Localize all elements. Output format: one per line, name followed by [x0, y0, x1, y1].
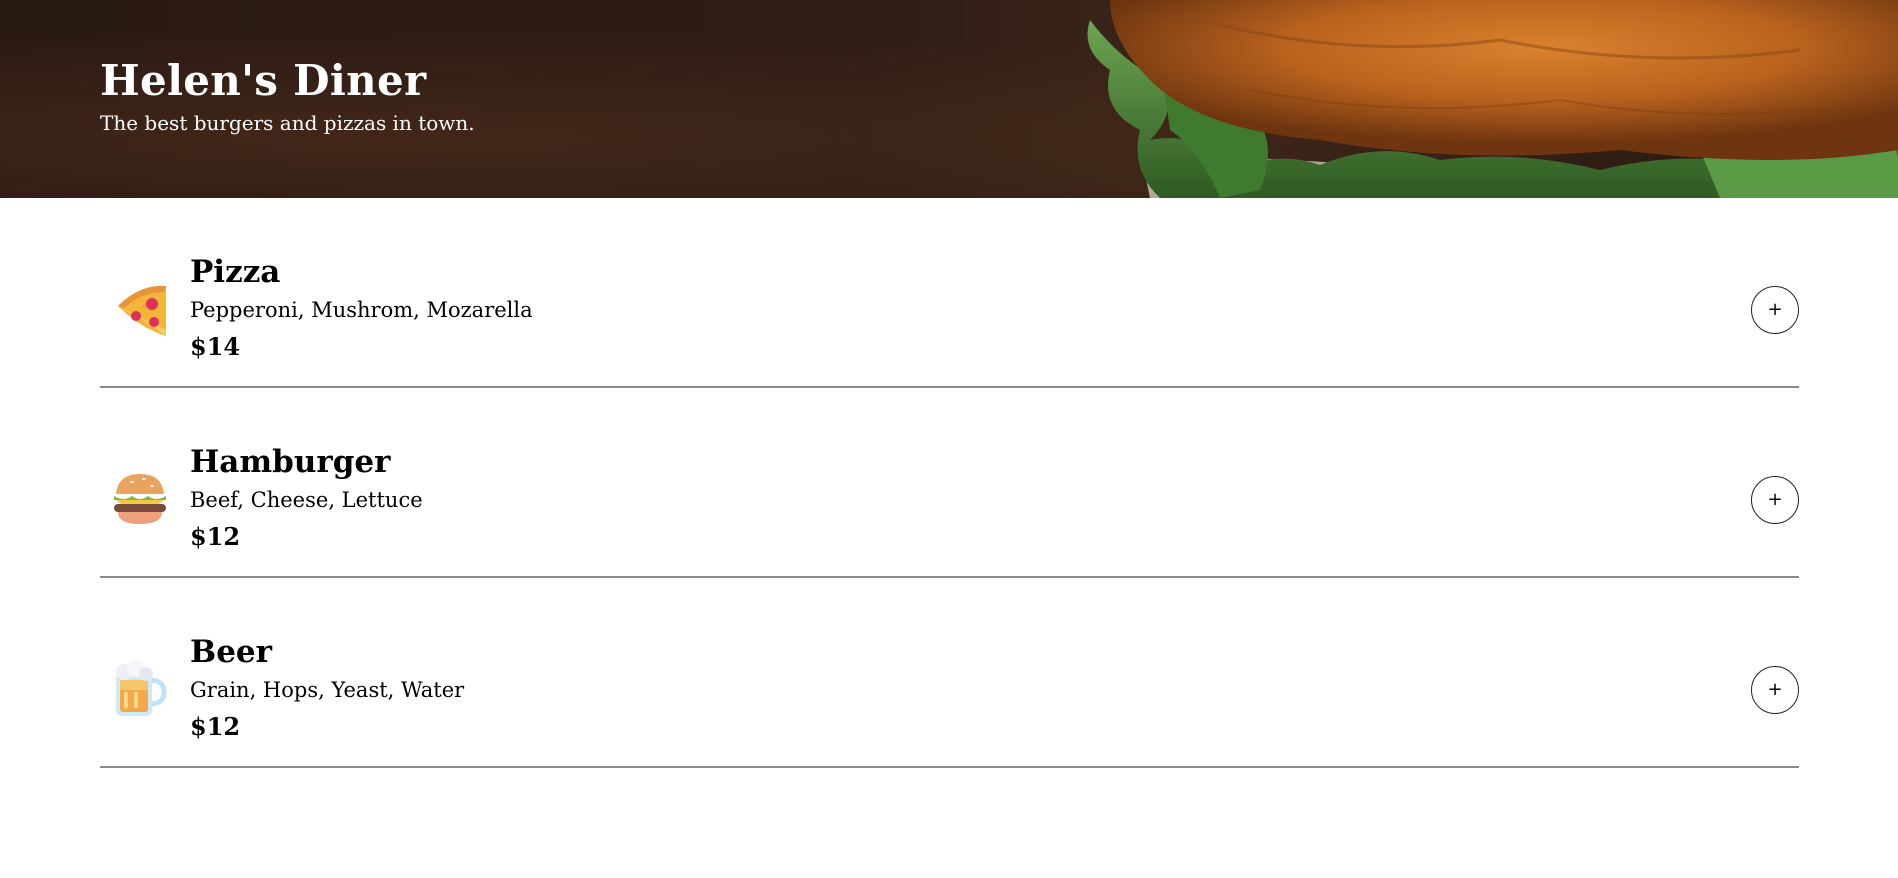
- item-name: Hamburger: [190, 444, 391, 480]
- menu-item-hamburger: Hamburger Beef, Cheese, Lettuce $12 +: [100, 388, 1799, 578]
- add-to-order-button[interactable]: +: [1751, 666, 1799, 714]
- item-ingredients: Grain, Hops, Yeast, Water: [190, 678, 465, 702]
- hero-banner: Helen's Diner The best burgers and pizza…: [0, 0, 1898, 198]
- hamburger-icon: [114, 474, 166, 524]
- menu-list: Pizza Pepperoni, Mushrom, Mozarella $14 …: [100, 198, 1799, 768]
- item-price: $12: [190, 712, 241, 741]
- add-to-order-button[interactable]: +: [1751, 286, 1799, 334]
- item-name: Pizza: [190, 254, 281, 290]
- add-to-order-button[interactable]: +: [1751, 476, 1799, 524]
- restaurant-tagline: The best burgers and pizzas in town.: [100, 111, 475, 135]
- item-ingredients: Pepperoni, Mushrom, Mozarella: [190, 298, 533, 322]
- item-ingredients: Beef, Cheese, Lettuce: [190, 488, 423, 512]
- item-name: Beer: [190, 634, 272, 670]
- item-price: $12: [190, 522, 241, 551]
- restaurant-title: Helen's Diner: [100, 56, 427, 105]
- item-price: $14: [190, 332, 241, 361]
- pizza-icon: [118, 285, 166, 336]
- beer-icon: [116, 659, 167, 716]
- menu-item-pizza: Pizza Pepperoni, Mushrom, Mozarella $14 …: [100, 198, 1799, 388]
- menu-item-beer: Beer Grain, Hops, Yeast, Water $12 +: [100, 578, 1799, 768]
